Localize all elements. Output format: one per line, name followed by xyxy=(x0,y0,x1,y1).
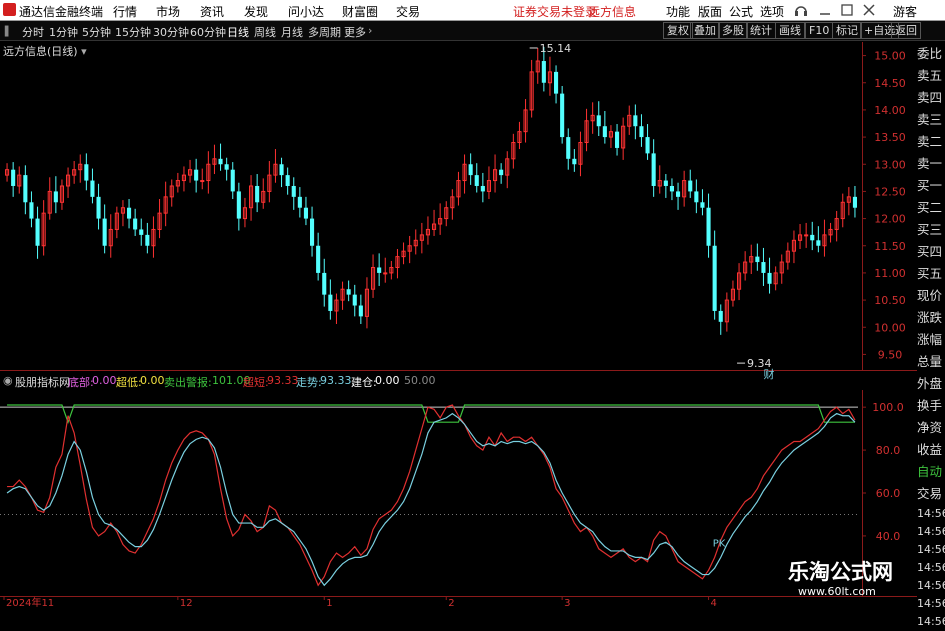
candle-body xyxy=(712,245,717,311)
candle-body xyxy=(572,158,577,165)
candle-body xyxy=(810,234,815,241)
watermark-title: 乐淘公式网 xyxy=(788,560,893,584)
candle-body xyxy=(102,218,107,246)
indicator-tick-label: 60.0 xyxy=(876,487,901,500)
candle-body xyxy=(316,245,321,273)
price-tick-label: 10.50 xyxy=(874,294,906,307)
x-tick-label: 12 xyxy=(180,598,193,609)
candle-body xyxy=(328,294,333,311)
indicator-tick-label: 100.0 xyxy=(872,401,904,414)
x-tick-label: 2024年11 xyxy=(6,596,54,609)
candle-body xyxy=(663,180,668,186)
candle-body xyxy=(352,294,357,306)
candle-body xyxy=(816,240,821,246)
price-tick-label: 14.00 xyxy=(874,104,906,117)
price-tick-label: 12.00 xyxy=(874,213,906,226)
price-tick-label: 11.00 xyxy=(874,267,906,280)
candle-body xyxy=(639,126,644,138)
candle-body xyxy=(358,305,363,317)
x-tick-label: 3 xyxy=(564,598,570,609)
price-tick-label: 12.50 xyxy=(874,185,906,198)
candle-body xyxy=(669,185,674,192)
zoushi-line xyxy=(6,412,856,587)
candle-body xyxy=(560,93,565,138)
price-tick-label: 9.50 xyxy=(878,348,903,361)
candle-body xyxy=(322,272,327,295)
candle-body xyxy=(23,175,28,203)
candle-body xyxy=(761,262,766,273)
candle-body xyxy=(194,169,199,181)
pk-annotation: PK xyxy=(713,539,726,550)
candle-body xyxy=(29,202,34,219)
candle-body xyxy=(53,191,58,203)
candle-body xyxy=(633,115,638,127)
candle-body xyxy=(554,71,559,94)
candle-body xyxy=(602,126,607,138)
candle-body xyxy=(480,185,485,192)
price-tick-label: 10.00 xyxy=(874,321,906,334)
candle-body xyxy=(346,289,351,295)
candle-body xyxy=(90,180,95,197)
candle-body xyxy=(96,196,101,219)
finance-marker: 财 xyxy=(763,367,774,381)
candle-body xyxy=(700,202,705,208)
candle-body xyxy=(767,272,772,284)
candle-body xyxy=(718,310,723,322)
candle-body xyxy=(706,207,711,246)
candle-body xyxy=(596,115,601,127)
sidebar-time: 14:56 xyxy=(917,615,945,628)
candle-body xyxy=(377,267,382,273)
price-annotation: 15.14 xyxy=(540,42,572,55)
candle-body xyxy=(230,169,235,192)
candle-body xyxy=(688,180,693,192)
candle-body xyxy=(285,175,290,186)
candle-body xyxy=(35,218,40,246)
indicator-tick-label: 40.0 xyxy=(876,530,901,543)
candle-body xyxy=(279,164,284,176)
x-tick-label: 2 xyxy=(448,598,454,609)
price-tick-label: 15.00 xyxy=(874,50,906,63)
candle-body xyxy=(127,207,132,219)
indicator-tick-label: 80.0 xyxy=(876,444,901,457)
chaoduan-line xyxy=(7,404,856,587)
candle-body xyxy=(133,218,138,230)
candle-body xyxy=(11,169,16,186)
watermark-url: www.60lt.com xyxy=(798,585,876,598)
candle-body xyxy=(145,234,150,246)
candle-body xyxy=(297,196,302,208)
candle-body xyxy=(468,164,473,176)
candle-body xyxy=(755,256,760,263)
candle-body xyxy=(566,137,571,159)
candle-body xyxy=(84,164,89,181)
price-tick-label: 13.00 xyxy=(874,158,906,171)
candle-body xyxy=(474,175,479,186)
candle-body xyxy=(541,61,546,83)
candle-body xyxy=(310,218,315,246)
x-tick-label: 4 xyxy=(711,598,717,609)
price-tick-label: 13.50 xyxy=(874,131,906,144)
price-tick-label: 14.50 xyxy=(874,77,906,90)
candle-body xyxy=(224,164,229,170)
candle-body xyxy=(651,153,656,186)
candle-body xyxy=(645,137,650,154)
candle-body xyxy=(236,191,241,219)
chart-canvas[interactable]: 15.00 14.50 14.00 13.50 13.00 12.50 12.00 11.50… xyxy=(0,0,945,609)
candle-body xyxy=(804,234,809,237)
x-tick-label: 1 xyxy=(326,598,332,609)
candle-body xyxy=(852,196,857,208)
candle-body xyxy=(694,191,699,203)
candle-body xyxy=(139,229,144,235)
candle-body xyxy=(615,131,620,148)
candle-body xyxy=(383,272,388,275)
candle-body xyxy=(255,185,260,203)
candle-body xyxy=(303,207,308,219)
candle-body xyxy=(676,191,681,197)
candle-body xyxy=(200,180,205,183)
candle-body xyxy=(499,169,504,176)
candle-body xyxy=(291,185,296,197)
price-tick-label: 11.50 xyxy=(874,240,906,253)
candle-body xyxy=(218,158,223,165)
